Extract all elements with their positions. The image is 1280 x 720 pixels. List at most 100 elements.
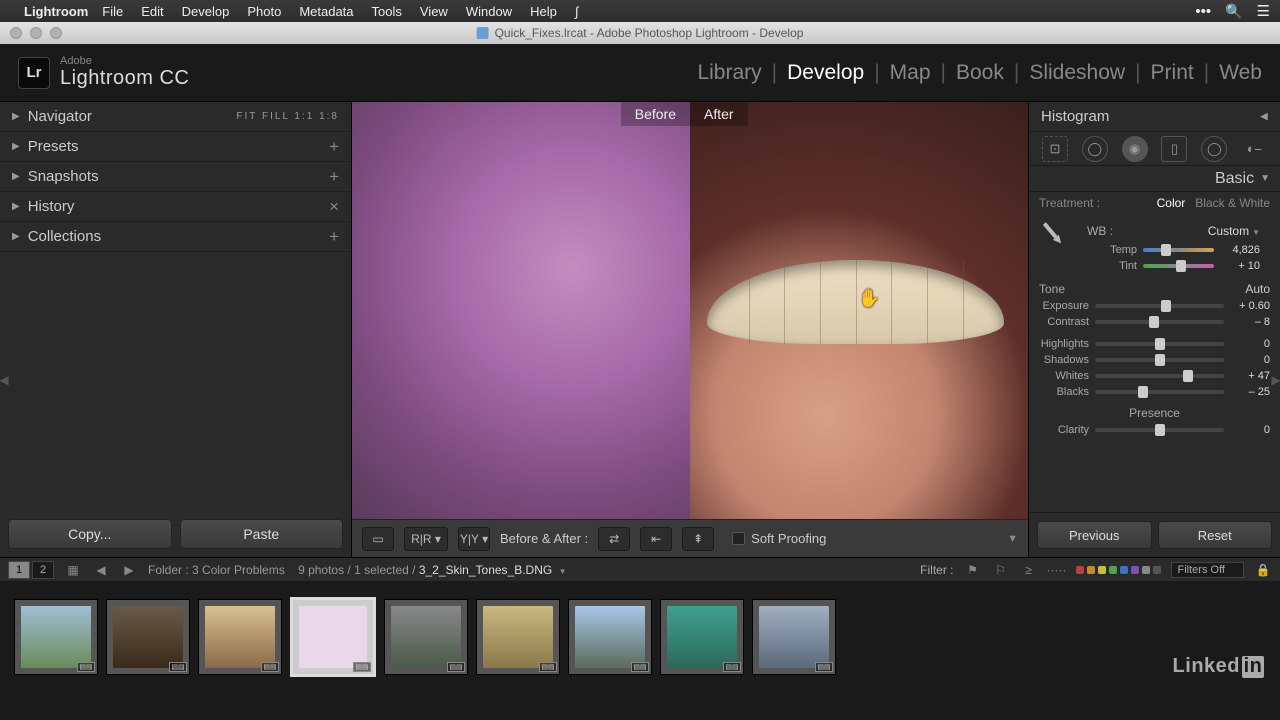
reset-button[interactable]: Reset (1158, 521, 1273, 549)
color-label-dot[interactable] (1098, 566, 1106, 574)
after-image[interactable]: After ✋ (690, 102, 1028, 519)
whites-slider[interactable] (1095, 374, 1224, 378)
filmstrip-thumb[interactable]: ▤▤ (660, 599, 744, 675)
color-label-dot[interactable] (1131, 566, 1139, 574)
temp-value[interactable]: 4,826 (1220, 244, 1260, 256)
overflow-icon[interactable]: ••• (1195, 3, 1211, 20)
before-image[interactable]: Before (352, 102, 690, 519)
brush-tool-icon[interactable]: ◐⎯ (1241, 136, 1267, 162)
filmstrip-thumb[interactable]: ▤▤ (384, 599, 468, 675)
filmstrip-thumb[interactable]: ▤▤ (106, 599, 190, 675)
presets-add-button[interactable]: + (329, 137, 339, 157)
swap-button[interactable]: ⇄ (598, 527, 630, 551)
highlights-slider[interactable] (1095, 342, 1224, 346)
rating-filter-icon[interactable]: ≥ (1020, 561, 1038, 579)
snapshots-add-button[interactable]: + (329, 167, 339, 187)
menu-file[interactable]: File (102, 4, 123, 19)
color-label-dot[interactable] (1109, 566, 1117, 574)
monitor-1-button[interactable]: 1 (8, 561, 30, 579)
treatment-color[interactable]: Color (1157, 196, 1186, 210)
grid-icon[interactable]: ▦ (64, 561, 82, 579)
module-book[interactable]: Book (956, 61, 1004, 85)
prev-arrow-icon[interactable]: ◀ (92, 561, 110, 579)
wb-dropdown[interactable]: Custom▼ (1208, 224, 1260, 238)
flag-rejected-icon[interactable]: ⚐ (992, 561, 1010, 579)
module-slideshow[interactable]: Slideshow (1029, 61, 1125, 85)
menu-cc-icon[interactable]: ∫ (575, 4, 579, 19)
color-label-dot[interactable] (1076, 566, 1084, 574)
history-header[interactable]: ▶ History × (0, 192, 351, 222)
menu-help[interactable]: Help (530, 4, 557, 19)
toolbar-menu-icon[interactable]: ▼ (1007, 533, 1018, 545)
basic-panel-header[interactable]: Basic ▼ (1029, 166, 1280, 192)
filmstrip-thumb[interactable]: ▤▤ (198, 599, 282, 675)
filmstrip-thumb[interactable]: ▤▤ (752, 599, 836, 675)
traffic-minimize[interactable] (30, 27, 42, 39)
spot-tool-icon[interactable]: ◯ (1082, 136, 1108, 162)
presets-header[interactable]: ▶ Presets + (0, 132, 351, 162)
folder-path[interactable]: Folder : 3 Color Problems 9 photos / 1 s… (148, 563, 567, 577)
menu-window[interactable]: Window (466, 4, 512, 19)
paste-button[interactable]: Paste (180, 519, 344, 549)
right-panel-grip[interactable]: ▶ (1272, 360, 1280, 400)
crop-tool-icon[interactable]: ⊡ (1042, 136, 1068, 162)
soft-proofing-checkbox[interactable] (732, 532, 745, 545)
compare-view-button[interactable]: R|R ▾ (404, 527, 448, 551)
search-icon[interactable]: 🔍 (1225, 3, 1242, 20)
loupe-view-button[interactable]: ▭ (362, 527, 394, 551)
flag-picked-icon[interactable]: ⚑ (964, 561, 982, 579)
temp-slider[interactable] (1143, 248, 1214, 252)
radial-tool-icon[interactable]: ◯ (1201, 136, 1227, 162)
before-after-button[interactable]: Y|Y ▾ (458, 527, 490, 551)
color-label-dot[interactable] (1120, 566, 1128, 574)
menu-tools[interactable]: Tools (372, 4, 402, 19)
blacks-slider[interactable] (1095, 390, 1224, 394)
shadows-slider[interactable] (1095, 358, 1224, 362)
previous-button[interactable]: Previous (1037, 521, 1152, 549)
monitor-2-button[interactable]: 2 (32, 561, 54, 579)
menu-edit[interactable]: Edit (141, 4, 163, 19)
traffic-zoom[interactable] (50, 27, 62, 39)
filmstrip-thumb[interactable]: ▤▤ (568, 599, 652, 675)
collections-add-button[interactable]: + (329, 227, 339, 247)
tint-slider[interactable] (1143, 264, 1214, 268)
navigator-header[interactable]: ▶ Navigator FIT FILL 1:1 1:8 (0, 102, 351, 132)
redeye-tool-icon[interactable]: ◉ (1122, 136, 1148, 162)
module-library[interactable]: Library (697, 61, 761, 85)
filmstrip-thumb[interactable]: ▤▤ (476, 599, 560, 675)
menu-photo[interactable]: Photo (247, 4, 281, 19)
copy-before-button[interactable]: ⇤ (640, 527, 672, 551)
snapshots-header[interactable]: ▶ Snapshots + (0, 162, 351, 192)
white-balance-eyedropper-icon[interactable] (1033, 214, 1075, 256)
blacks-value[interactable]: – 25 (1230, 386, 1270, 398)
module-map[interactable]: Map (890, 61, 931, 85)
treatment-bw[interactable]: Black & White (1195, 196, 1270, 210)
left-panel-grip[interactable]: ◀ (0, 360, 8, 400)
next-arrow-icon[interactable]: ▶ (120, 561, 138, 579)
app-name[interactable]: Lightroom (24, 4, 88, 19)
color-label-filters[interactable] (1076, 566, 1161, 574)
exposure-slider[interactable] (1095, 304, 1224, 308)
whites-value[interactable]: + 47 (1230, 370, 1270, 382)
exposure-value[interactable]: + 0.60 (1230, 300, 1270, 312)
auto-tone-button[interactable]: Auto (1245, 282, 1270, 296)
list-icon[interactable]: ☰ (1257, 2, 1270, 20)
menu-metadata[interactable]: Metadata (299, 4, 353, 19)
menu-view[interactable]: View (420, 4, 448, 19)
filmstrip-thumb[interactable]: ▤▤ (14, 599, 98, 675)
module-print[interactable]: Print (1151, 61, 1194, 85)
contrast-value[interactable]: – 8 (1230, 316, 1270, 328)
tint-value[interactable]: + 10 (1220, 260, 1260, 272)
module-develop[interactable]: Develop (787, 61, 864, 85)
history-clear-button[interactable]: × (329, 197, 339, 217)
histogram-header[interactable]: Histogram ▶ (1029, 102, 1280, 132)
filter-lock-icon[interactable]: 🔒 (1254, 561, 1272, 579)
clarity-value[interactable]: 0 (1230, 424, 1270, 436)
collections-header[interactable]: ▶ Collections + (0, 222, 351, 252)
menu-develop[interactable]: Develop (182, 4, 230, 19)
contrast-slider[interactable] (1095, 320, 1224, 324)
color-label-dot[interactable] (1142, 566, 1150, 574)
navigator-zoom-options[interactable]: FIT FILL 1:1 1:8 (236, 111, 339, 122)
color-label-dot[interactable] (1087, 566, 1095, 574)
clarity-slider[interactable] (1095, 428, 1224, 432)
